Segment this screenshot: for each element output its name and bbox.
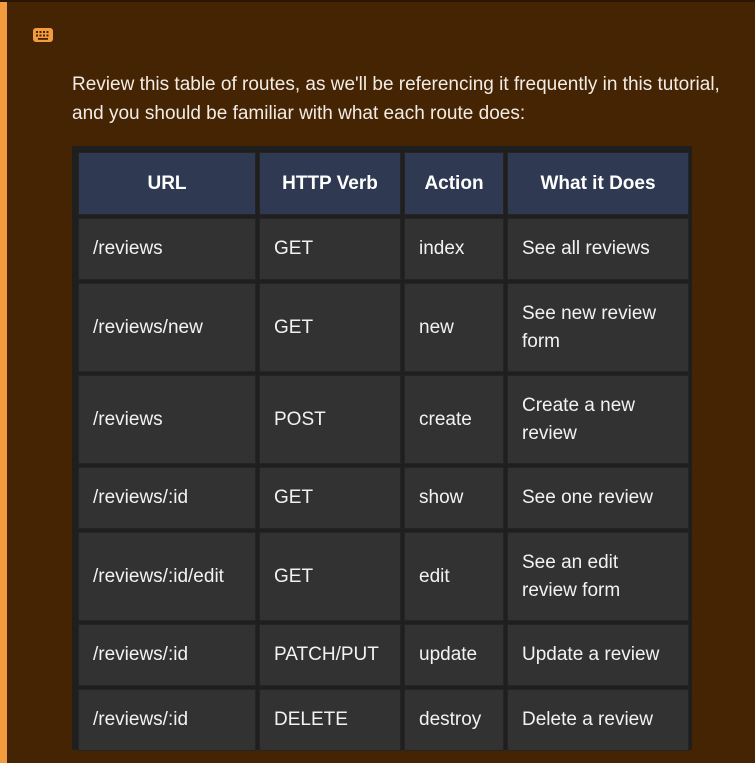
cell-verb: DELETE: [259, 689, 401, 751]
table-row: /reviews/:id GET show See one review: [78, 467, 689, 529]
cell-url: /reviews: [78, 218, 256, 280]
cell-verb: GET: [259, 283, 401, 372]
cell-url: /reviews/:id: [78, 467, 256, 529]
table-row: /reviews/new GET new See new review form: [78, 283, 689, 372]
cell-description: Create a new review: [507, 375, 689, 464]
header-http-verb: HTTP Verb: [259, 152, 401, 215]
cell-action: destroy: [404, 689, 504, 751]
cell-url: /reviews: [78, 375, 256, 464]
cell-url: /reviews/new: [78, 283, 256, 372]
cell-action: show: [404, 467, 504, 529]
cell-action: update: [404, 624, 504, 686]
table-row: /reviews POST create Create a new review: [78, 375, 689, 464]
routes-table-wrapper: URL HTTP Verb Action What it Does /revie…: [72, 146, 692, 751]
cell-description: See one review: [507, 467, 689, 529]
cell-verb: GET: [259, 532, 401, 621]
cell-url: /reviews/:id: [78, 689, 256, 751]
callout-panel: Review this table of routes, as we'll be…: [0, 0, 755, 763]
keyboard-icon: [32, 27, 54, 43]
callout-accent-bar: [0, 2, 7, 763]
cell-action: create: [404, 375, 504, 464]
cell-action: edit: [404, 532, 504, 621]
cell-description: See new review form: [507, 283, 689, 372]
cell-url: /reviews/:id: [78, 624, 256, 686]
table-header-row: URL HTTP Verb Action What it Does: [78, 152, 689, 215]
table-row: /reviews/:id PATCH/PUT update Update a r…: [78, 624, 689, 686]
table-row: /reviews/:id/edit GET edit See an edit r…: [78, 532, 689, 621]
table-row: /reviews/:id DELETE destroy Delete a rev…: [78, 689, 689, 751]
cell-verb: GET: [259, 467, 401, 529]
header-what-it-does: What it Does: [507, 152, 689, 215]
table-row: /reviews GET index See all reviews: [78, 218, 689, 280]
cell-verb: POST: [259, 375, 401, 464]
cell-description: Delete a review: [507, 689, 689, 751]
cell-verb: GET: [259, 218, 401, 280]
cell-verb: PATCH/PUT: [259, 624, 401, 686]
routes-table: URL HTTP Verb Action What it Does /revie…: [75, 149, 692, 754]
cell-url: /reviews/:id/edit: [78, 532, 256, 621]
intro-text: Review this table of routes, as we'll be…: [72, 74, 720, 124]
header-url: URL: [78, 152, 256, 215]
cell-description: See an edit review form: [507, 532, 689, 621]
cell-action: index: [404, 218, 504, 280]
cell-action: new: [404, 283, 504, 372]
cell-description: See all reviews: [507, 218, 689, 280]
header-action: Action: [404, 152, 504, 215]
cell-description: Update a review: [507, 624, 689, 686]
